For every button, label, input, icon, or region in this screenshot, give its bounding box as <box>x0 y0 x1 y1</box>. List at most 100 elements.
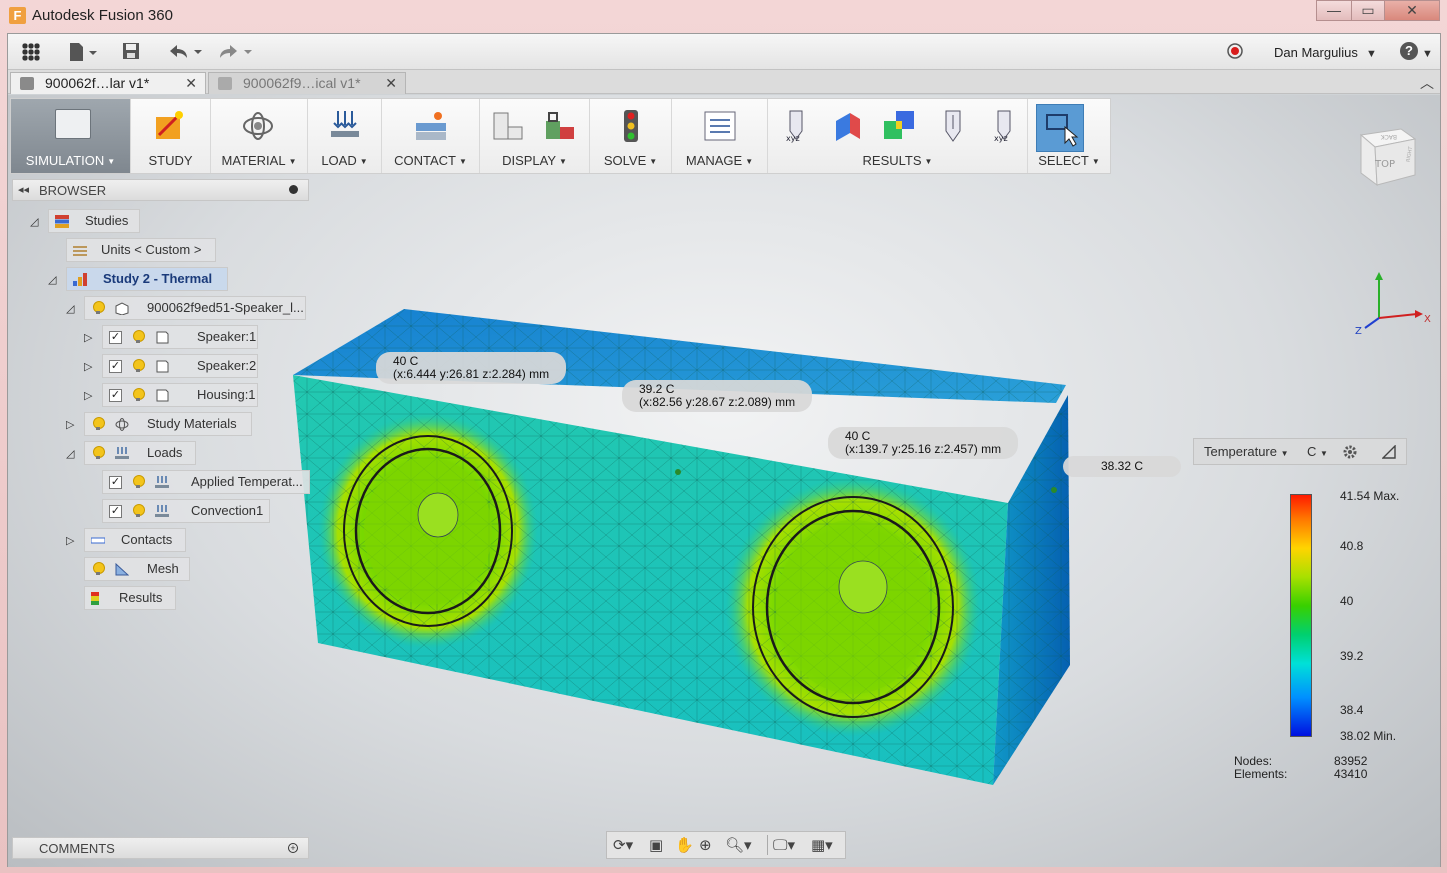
browser-panel-header[interactable]: ◂◂ BROWSER <box>12 179 309 201</box>
help-dropdown-icon[interactable]: ▼ <box>1422 44 1433 64</box>
tab-document-1[interactable]: 900062f…lar v1* ✕ <box>10 72 206 94</box>
zoom-icon[interactable]: ⊕ <box>699 836 712 854</box>
select-tool-button[interactable] <box>1036 104 1084 152</box>
toolbar-group-study[interactable]: STUDY <box>131 99 211 173</box>
tree-node-studies[interactable]: Studies <box>48 209 140 233</box>
tree-node-loads[interactable]: Loads <box>84 441 196 465</box>
data-panel-grid-icon[interactable] <box>22 43 40 61</box>
toolbar-group-select[interactable]: SELECT ▼ <box>1028 99 1110 173</box>
visibility-bulb-icon[interactable] <box>133 504 145 517</box>
collapse-browser-icon[interactable]: ◂◂ <box>18 183 29 196</box>
convection-load-icon <box>155 505 169 517</box>
unit-dropdown[interactable]: C ▼ <box>1307 444 1328 459</box>
toolbar-group-contact[interactable]: CONTACT ▼ <box>382 99 480 173</box>
convection1-checkbox[interactable]: ✓ <box>109 505 122 518</box>
tree-node-results[interactable]: Results <box>84 586 176 610</box>
add-comment-icon[interactable]: + <box>288 843 298 853</box>
canvas-viewport[interactable]: SIMULATION ▼ STUDY MATERIAL ▼ LOAD ▼ CONTAC… <box>8 95 1440 867</box>
record-icon[interactable] <box>1226 42 1244 62</box>
tree-node-contacts[interactable]: Contacts <box>84 528 186 552</box>
legend-header: Temperature ▼ C ▼ <box>1193 438 1407 465</box>
visibility-bulb-icon[interactable] <box>93 446 105 459</box>
viewcube-face-label: TOP <box>1374 159 1395 170</box>
tab-document-2[interactable]: 900062f9…ical v1* ✕ <box>208 72 406 94</box>
tree-node-units[interactable]: Units < Custom > <box>66 238 216 262</box>
expand-speaker2-icon[interactable]: ▷ <box>84 360 92 373</box>
look-at-icon[interactable]: ▣ <box>649 836 663 854</box>
display-settings-icon[interactable]: 🖵︎▾ <box>773 836 795 854</box>
point-probe-xyz-icon: xyz <box>994 110 1011 143</box>
contact-label: CONTACT <box>394 153 456 168</box>
redo-icon[interactable] <box>218 42 258 62</box>
collapse-study2-icon[interactable]: ◿ <box>48 273 56 286</box>
application-window: F Autodesk Fusion 360 — ▭ ✕ Dan Marguliu… <box>0 0 1447 873</box>
tree-node-study-2-thermal[interactable]: Study 2 - Thermal <box>66 267 228 291</box>
expand-study-materials-icon[interactable]: ▷ <box>66 418 74 431</box>
studies-icon <box>55 215 69 228</box>
file-menu-icon[interactable] <box>68 42 98 62</box>
visibility-bulb-icon[interactable] <box>133 388 145 401</box>
applied-temperature-checkbox[interactable]: ✓ <box>109 476 122 489</box>
orbit-icon[interactable]: ⟳▾ <box>613 836 633 854</box>
housing-1-checkbox[interactable]: ✓ <box>109 389 122 402</box>
toolbar-group-manage[interactable]: MANAGE ▼ <box>672 99 768 173</box>
toolbar-group-load[interactable]: LOAD ▼ <box>308 99 382 173</box>
workspace-switcher[interactable]: SIMULATION ▼ <box>11 99 131 173</box>
probe-callout-1[interactable]: 40 C (x:6.444 y:26.81 z:2.284) mm <box>376 352 567 384</box>
toolbar-group-solve[interactable]: SOLVE ▼ <box>590 99 672 173</box>
expand-contacts-icon[interactable]: ▷ <box>66 534 74 547</box>
expand-speaker1-icon[interactable]: ▷ <box>84 331 92 344</box>
tree-node-mesh[interactable]: Mesh <box>84 557 190 581</box>
close-window-button[interactable]: ✕ <box>1384 0 1440 21</box>
window-title: Autodesk Fusion 360 <box>32 7 173 24</box>
collapse-component-icon[interactable]: ◿ <box>66 302 74 315</box>
quick-access-toolbar: Dan Margulius ▼ ? ▼ <box>8 34 1440 70</box>
result-type-dropdown[interactable]: Temperature ▼ <box>1204 444 1289 459</box>
help-icon[interactable]: ? <box>1400 42 1418 60</box>
probe-callout-3[interactable]: 40 C (x:139.7 y:25.16 z:2.457) mm <box>828 427 1019 459</box>
user-dropdown-icon[interactable]: ▼ <box>1366 44 1377 64</box>
tree-node-convection1[interactable]: ✓ Convection1 <box>102 499 270 523</box>
legend-settings-gear-icon[interactable] <box>1342 444 1358 460</box>
expand-housing1-icon[interactable]: ▷ <box>84 389 92 402</box>
save-icon[interactable] <box>122 42 140 62</box>
pan-hand-icon[interactable]: ✋ <box>675 836 694 854</box>
restore-button[interactable]: ▭ <box>1351 0 1385 21</box>
viewcube[interactable]: TOP BACK RIGHT <box>1353 117 1423 187</box>
tree-node-housing-1[interactable]: ✓ Housing:1 <box>102 383 258 407</box>
fit-zoom-icon[interactable]: 🔍︎▾ <box>725 836 752 854</box>
collapse-loads-icon[interactable]: ◿ <box>66 447 74 460</box>
collapse-studies-icon[interactable]: ◿ <box>30 215 38 228</box>
tree-node-speaker-component[interactable]: 900062f9ed51-Speaker_l... <box>84 296 306 320</box>
tree-node-applied-temperature[interactable]: ✓ Applied Temperat... <box>102 470 310 494</box>
visibility-bulb-icon[interactable] <box>93 417 105 430</box>
toolbar-group-material[interactable]: MATERIAL ▼ <box>211 99 308 173</box>
speaker-1-checkbox[interactable]: ✓ <box>109 331 122 344</box>
loads-icon <box>115 447 129 459</box>
visibility-bulb-icon[interactable] <box>133 359 145 372</box>
visibility-bulb-icon[interactable] <box>133 330 145 343</box>
speaker-2-checkbox[interactable]: ✓ <box>109 360 122 373</box>
tree-node-speaker-1[interactable]: ✓ Speaker:1 <box>102 325 258 349</box>
tree-node-speaker-2[interactable]: ✓ Speaker:2 <box>102 354 258 378</box>
probe-callout-2[interactable]: 39.2 C (x:82.56 y:28.67 z:2.089) mm <box>622 380 813 412</box>
tree-node-study-materials[interactable]: Study Materials <box>84 412 252 436</box>
user-account-menu[interactable]: Dan Margulius <box>1274 45 1358 60</box>
collapse-tabs-chevron-up-icon[interactable]: ︿ <box>1420 73 1434 93</box>
legend-resize-icon[interactable] <box>1382 445 1396 459</box>
undo-icon[interactable] <box>168 42 208 62</box>
close-tab-icon[interactable]: ✕ <box>185 73 197 93</box>
close-tab-icon[interactable]: ✕ <box>385 73 397 93</box>
grid-settings-icon[interactable]: ▦▾ <box>811 836 833 854</box>
toolbar-group-display[interactable]: DISPLAY ▼ <box>480 99 590 173</box>
toolbar-group-results[interactable]: xyz xyz RESULTS ▼ <box>768 99 1028 173</box>
visibility-bulb-icon[interactable] <box>93 301 105 314</box>
contacts-icon <box>91 537 105 544</box>
visibility-bulb-icon[interactable] <box>133 475 145 488</box>
browser-pin-icon[interactable] <box>289 185 298 194</box>
display-lock-icon <box>546 112 574 139</box>
probe-callout-4[interactable]: 38.32 C <box>1063 456 1181 477</box>
visibility-bulb-icon[interactable] <box>93 562 105 575</box>
comments-panel-header[interactable]: COMMENTS + <box>12 837 309 859</box>
minimize-button[interactable]: — <box>1316 0 1352 21</box>
